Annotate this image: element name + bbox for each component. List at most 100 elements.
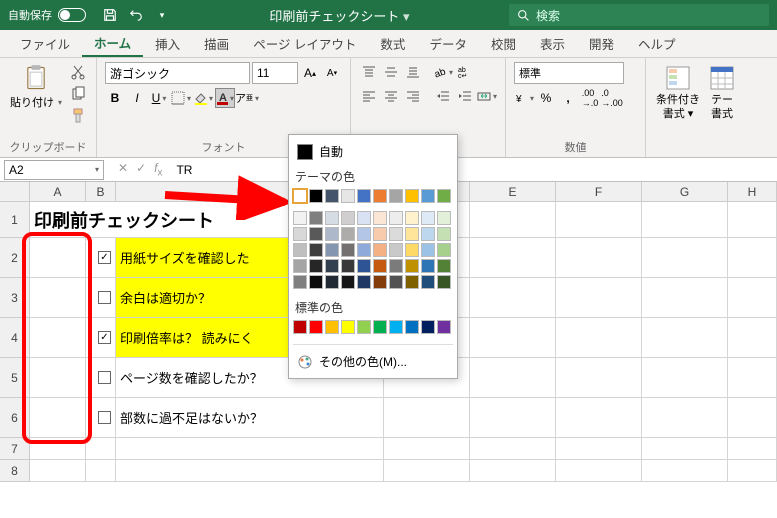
- cell-5E[interactable]: [470, 358, 556, 398]
- cell-7B[interactable]: [86, 438, 116, 460]
- fill-color-icon[interactable]: ▾: [193, 88, 213, 108]
- col-header-E[interactable]: E: [470, 182, 556, 202]
- color-swatch[interactable]: [357, 320, 371, 334]
- cell-3F[interactable]: [556, 278, 642, 318]
- cell-6D[interactable]: [384, 398, 470, 438]
- autosave-toggle[interactable]: 自動保存: [8, 7, 86, 23]
- row-header-1[interactable]: 1: [0, 202, 30, 238]
- name-box[interactable]: A2▾: [4, 160, 104, 180]
- color-swatch[interactable]: [437, 259, 451, 273]
- color-swatch[interactable]: [293, 211, 307, 225]
- color-swatch[interactable]: [309, 275, 323, 289]
- color-swatch[interactable]: [341, 259, 355, 273]
- fx-icon[interactable]: fx: [154, 161, 162, 178]
- cell-3G[interactable]: [642, 278, 728, 318]
- select-all-corner[interactable]: [0, 182, 30, 202]
- cell-7G[interactable]: [642, 438, 728, 460]
- color-swatch[interactable]: [421, 320, 435, 334]
- cell-3E[interactable]: [470, 278, 556, 318]
- color-swatch[interactable]: [341, 275, 355, 289]
- color-swatch[interactable]: [293, 320, 307, 334]
- color-swatch[interactable]: [325, 243, 339, 257]
- border-icon[interactable]: ▾: [171, 88, 191, 108]
- cell-1G[interactable]: [642, 202, 728, 238]
- cell-8H[interactable]: [728, 460, 777, 482]
- color-swatch[interactable]: [389, 275, 403, 289]
- orientation-icon[interactable]: ab▾: [433, 62, 453, 82]
- align-right-icon[interactable]: [403, 86, 423, 106]
- color-swatch[interactable]: [421, 189, 435, 203]
- color-swatch[interactable]: [405, 211, 419, 225]
- cell-8G[interactable]: [642, 460, 728, 482]
- color-swatch[interactable]: [373, 189, 387, 203]
- qat-dropdown-icon[interactable]: ▾: [154, 7, 170, 23]
- more-colors-item[interactable]: その他の色(M)...: [293, 349, 453, 374]
- color-swatch[interactable]: [325, 227, 339, 241]
- color-swatch[interactable]: [309, 211, 323, 225]
- cell-2G[interactable]: [642, 238, 728, 278]
- color-swatch[interactable]: [389, 227, 403, 241]
- cell-6H[interactable]: [728, 398, 777, 438]
- color-swatch[interactable]: [421, 259, 435, 273]
- percent-icon[interactable]: %: [536, 88, 556, 108]
- color-swatch[interactable]: [309, 189, 323, 203]
- color-swatch[interactable]: [437, 320, 451, 334]
- cell-6E[interactable]: [470, 398, 556, 438]
- cell-6F[interactable]: [556, 398, 642, 438]
- increase-decimal-icon[interactable]: .00→.0: [580, 88, 600, 108]
- cell-8C[interactable]: [116, 460, 384, 482]
- cell-5A[interactable]: [30, 358, 86, 398]
- cut-icon[interactable]: [68, 62, 88, 82]
- cell-4H[interactable]: [728, 318, 777, 358]
- tab-1[interactable]: ホーム: [82, 30, 143, 57]
- cell-7F[interactable]: [556, 438, 642, 460]
- cell-5F[interactable]: [556, 358, 642, 398]
- color-swatch[interactable]: [389, 211, 403, 225]
- cell-7A[interactable]: [30, 438, 86, 460]
- cell-4G[interactable]: [642, 318, 728, 358]
- row-header-2[interactable]: 2: [0, 238, 30, 278]
- paste-button[interactable]: 貼り付け▾: [8, 62, 64, 112]
- cell-5G[interactable]: [642, 358, 728, 398]
- color-swatch[interactable]: [341, 243, 355, 257]
- cell-6G[interactable]: [642, 398, 728, 438]
- color-swatch[interactable]: [309, 227, 323, 241]
- tab-2[interactable]: 挿入: [143, 30, 192, 57]
- color-swatch[interactable]: [389, 320, 403, 334]
- color-swatch[interactable]: [373, 320, 387, 334]
- color-swatch[interactable]: [325, 211, 339, 225]
- color-swatch[interactable]: [421, 243, 435, 257]
- color-swatch[interactable]: [357, 275, 371, 289]
- color-swatch[interactable]: [405, 227, 419, 241]
- tab-3[interactable]: 描画: [192, 30, 241, 57]
- color-swatch[interactable]: [325, 259, 339, 273]
- enter-icon[interactable]: ✓: [136, 161, 146, 178]
- cell-2F[interactable]: [556, 238, 642, 278]
- color-swatch[interactable]: [341, 320, 355, 334]
- cell-3H[interactable]: [728, 278, 777, 318]
- cell-2H[interactable]: [728, 238, 777, 278]
- auto-color-item[interactable]: 自動: [293, 139, 453, 164]
- cell-7E[interactable]: [470, 438, 556, 460]
- checkbox-icon[interactable]: [98, 291, 111, 304]
- checkbox-icon[interactable]: ✓: [98, 251, 111, 264]
- cell-2A[interactable]: [30, 238, 86, 278]
- color-swatch[interactable]: [389, 259, 403, 273]
- color-swatch[interactable]: [437, 189, 451, 203]
- color-swatch[interactable]: [373, 259, 387, 273]
- color-swatch[interactable]: [405, 259, 419, 273]
- color-swatch[interactable]: [309, 320, 323, 334]
- cell-2B[interactable]: ✓: [86, 238, 116, 278]
- cell-1F[interactable]: [556, 202, 642, 238]
- cell-8A[interactable]: [30, 460, 86, 482]
- color-swatch[interactable]: [389, 189, 403, 203]
- decrease-indent-icon[interactable]: [433, 86, 453, 106]
- color-swatch[interactable]: [373, 243, 387, 257]
- color-swatch[interactable]: [357, 227, 371, 241]
- font-color-icon[interactable]: A▾: [215, 88, 235, 108]
- color-swatch[interactable]: [421, 211, 435, 225]
- align-top-icon[interactable]: [359, 62, 379, 82]
- col-header-G[interactable]: G: [642, 182, 728, 202]
- color-swatch[interactable]: [309, 243, 323, 257]
- align-middle-icon[interactable]: [381, 62, 401, 82]
